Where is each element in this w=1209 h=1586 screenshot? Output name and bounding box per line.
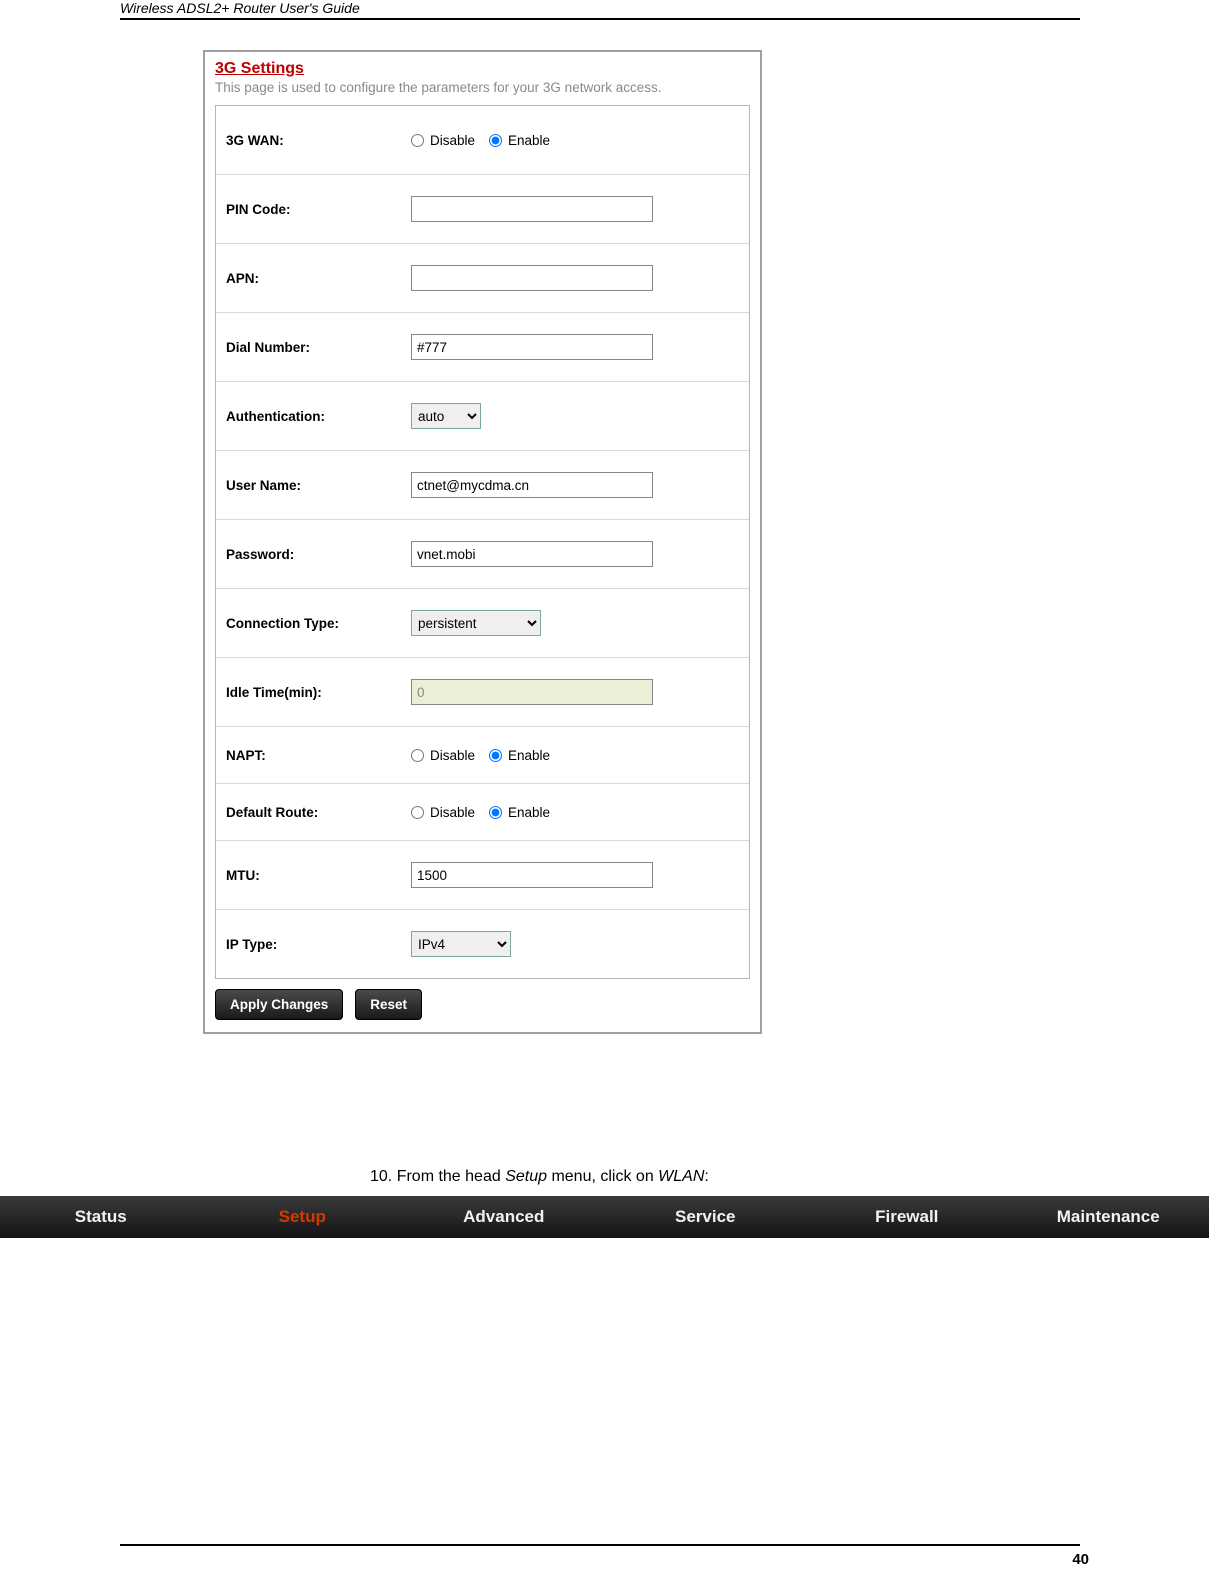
nav-setup[interactable]: Setup <box>202 1196 404 1238</box>
page-number: 40 <box>1072 1551 1089 1568</box>
footer-divider <box>120 1544 1080 1546</box>
input-dial[interactable] <box>411 334 653 360</box>
instruction-suffix: : <box>704 1168 708 1185</box>
label-napt-enable: Enable <box>508 748 550 763</box>
radio-route-enable[interactable] <box>489 806 502 819</box>
nav-service[interactable]: Service <box>605 1196 807 1238</box>
row-auth: Authentication: auto <box>216 382 749 451</box>
label-napt: NAPT: <box>224 748 411 763</box>
select-conn[interactable]: persistent <box>411 610 541 636</box>
instruction-prefix: 10. From the head <box>370 1168 505 1185</box>
label-idle: Idle Time(min): <box>224 685 411 700</box>
label-dial: Dial Number: <box>224 340 411 355</box>
panel-title: 3G Settings <box>215 60 750 78</box>
label-pass: Password: <box>224 547 411 562</box>
input-pass[interactable] <box>411 541 653 567</box>
row-mtu: MTU: <box>216 841 749 910</box>
row-pass: Password: <box>216 520 749 589</box>
row-iptype: IP Type: IPv4 <box>216 910 749 978</box>
radio-3g-wan-disable[interactable] <box>411 134 424 147</box>
doc-header: Wireless ADSL2+ Router User's Guide <box>120 0 366 16</box>
select-auth[interactable]: auto <box>411 403 481 429</box>
row-pin: PIN Code: <box>216 175 749 244</box>
settings-panel: 3G Settings This page is used to configu… <box>203 50 762 1034</box>
label-conn: Connection Type: <box>224 616 411 631</box>
label-user: User Name: <box>224 478 411 493</box>
button-bar: Apply Changes Reset <box>215 979 750 1026</box>
label-route-enable: Enable <box>508 805 550 820</box>
input-mtu[interactable] <box>411 862 653 888</box>
input-apn[interactable] <box>411 265 653 291</box>
label-3g-wan: 3G WAN: <box>224 133 411 148</box>
instruction-text: 10. From the head Setup menu, click on W… <box>370 1168 709 1186</box>
row-route: Default Route: Disable Enable <box>216 784 749 841</box>
row-napt: NAPT: Disable Enable <box>216 727 749 784</box>
input-user[interactable] <box>411 472 653 498</box>
input-idle <box>411 679 653 705</box>
row-dial: Dial Number: <box>216 313 749 382</box>
label-apn: APN: <box>224 271 411 286</box>
radio-3g-wan-enable[interactable] <box>489 134 502 147</box>
label-iptype: IP Type: <box>224 937 411 952</box>
row-conn: Connection Type: persistent <box>216 589 749 658</box>
instruction-wlan: WLAN <box>658 1168 704 1185</box>
header-divider <box>120 18 1080 20</box>
radio-route-disable[interactable] <box>411 806 424 819</box>
top-nav: Status Setup Advanced Service Firewall M… <box>0 1196 1209 1238</box>
label-3g-wan-enable: Enable <box>508 133 550 148</box>
label-napt-disable: Disable <box>430 748 475 763</box>
radio-napt-disable[interactable] <box>411 749 424 762</box>
nav-firewall[interactable]: Firewall <box>806 1196 1008 1238</box>
label-pin: PIN Code: <box>224 202 411 217</box>
form-area: 3G WAN: Disable Enable PIN Code: <box>215 105 750 979</box>
label-route-disable: Disable <box>430 805 475 820</box>
label-3g-wan-disable: Disable <box>430 133 475 148</box>
apply-button[interactable]: Apply Changes <box>215 989 343 1020</box>
label-route: Default Route: <box>224 805 411 820</box>
radio-napt-enable[interactable] <box>489 749 502 762</box>
row-apn: APN: <box>216 244 749 313</box>
label-mtu: MTU: <box>224 868 411 883</box>
row-idle: Idle Time(min): <box>216 658 749 727</box>
input-pin[interactable] <box>411 196 653 222</box>
panel-description: This page is used to configure the param… <box>215 80 750 95</box>
nav-status[interactable]: Status <box>0 1196 202 1238</box>
row-user: User Name: <box>216 451 749 520</box>
reset-button[interactable]: Reset <box>355 989 422 1020</box>
label-auth: Authentication: <box>224 409 411 424</box>
select-iptype[interactable]: IPv4 <box>411 931 511 957</box>
nav-advanced[interactable]: Advanced <box>403 1196 605 1238</box>
instruction-mid: menu, click on <box>547 1168 658 1185</box>
row-3g-wan: 3G WAN: Disable Enable <box>216 106 749 175</box>
instruction-setup: Setup <box>505 1168 547 1185</box>
nav-maintenance[interactable]: Maintenance <box>1008 1196 1209 1238</box>
